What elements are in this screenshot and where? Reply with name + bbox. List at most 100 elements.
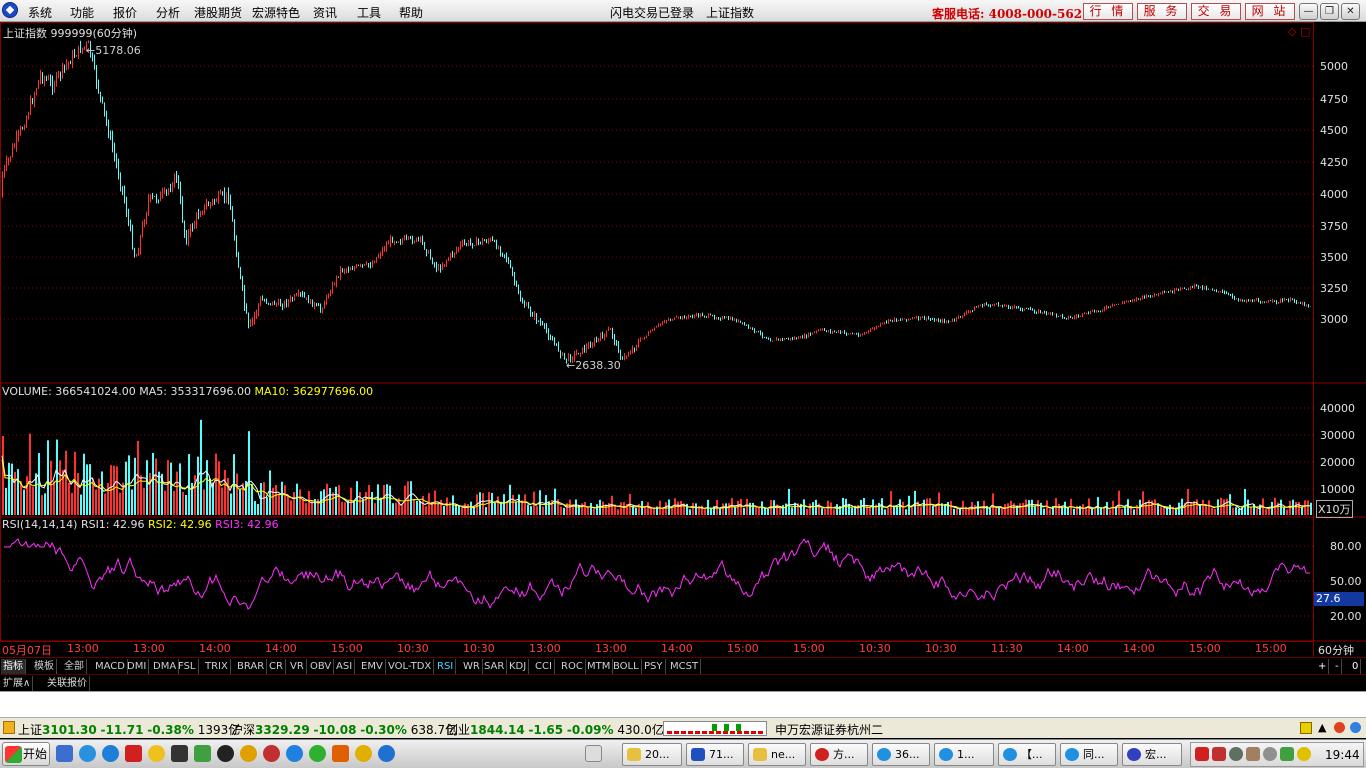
app-icon[interactable]	[125, 745, 142, 762]
chrome-icon[interactable]	[355, 745, 372, 762]
tab-sar[interactable]: SAR	[482, 659, 508, 674]
restore-icon[interactable]: ❐	[1320, 3, 1339, 20]
doc-icon[interactable]	[194, 745, 211, 762]
sh-index[interactable]: 上证3101.30 -11.71 -0.38% 1393亿	[18, 721, 240, 738]
price-axis-label: 3250	[1320, 282, 1348, 295]
tray-app-icon[interactable]	[1212, 747, 1226, 761]
tab-mtm[interactable]: MTM	[585, 659, 614, 674]
tab-mcst[interactable]: MCST	[668, 659, 702, 674]
volume-bar	[410, 481, 412, 515]
volume-bar	[671, 507, 673, 515]
volume-bar	[284, 485, 286, 515]
minimize-icon[interactable]: —	[1299, 3, 1318, 20]
menu-system[interactable]: 系统	[28, 4, 52, 21]
tab-roc[interactable]: ROC	[559, 659, 586, 674]
browser-icon[interactable]	[240, 745, 257, 762]
smiley-icon[interactable]	[148, 745, 165, 762]
kline-chart[interactable]	[0, 22, 1366, 657]
volume-bar	[815, 499, 817, 515]
menu-quote[interactable]: 报价	[113, 4, 137, 21]
notice-icon[interactable]	[1300, 722, 1312, 734]
tab-brar[interactable]: BRAR	[235, 659, 268, 674]
tab-wr[interactable]: WR	[461, 659, 483, 674]
menu-tools[interactable]: 工具	[357, 4, 381, 21]
status-info-icon[interactable]	[3, 721, 15, 734]
menu-news[interactable]: 资讯	[313, 4, 337, 21]
tab-obv[interactable]: OBV	[308, 659, 335, 674]
tab-related-quotes[interactable]: 关联报价	[45, 676, 90, 691]
cy-index[interactable]: 创业1844.14 -1.65 -0.09% 430.0亿	[446, 721, 664, 738]
flag-icon[interactable]	[263, 745, 280, 762]
tab-boll[interactable]: BOLL	[611, 659, 642, 674]
tab-fsl[interactable]: FSL	[176, 659, 199, 674]
desktop-icon[interactable]	[56, 745, 73, 762]
tab-trix[interactable]: TRIX	[203, 659, 231, 674]
menu-help[interactable]: 帮助	[399, 4, 423, 21]
hs-index[interactable]: 沪深3329.29 -10.08 -0.30% 638.7亿	[231, 721, 457, 738]
tray-chrome-icon[interactable]	[1297, 747, 1311, 761]
tray-flag-icon[interactable]	[1195, 747, 1209, 761]
keyboard-icon[interactable]	[585, 745, 602, 762]
volume-bar	[119, 492, 121, 515]
ie4-icon[interactable]	[378, 745, 395, 762]
tab-cci[interactable]: CCI	[533, 659, 555, 674]
tab-kdj[interactable]: KDJ	[507, 659, 530, 674]
tray-security-icon[interactable]	[1263, 747, 1277, 761]
volume-bar	[989, 508, 991, 515]
tool-icon[interactable]	[332, 745, 349, 762]
ie-task-icon	[1065, 748, 1079, 761]
chart-settings-icon[interactable]: ◇ □	[1288, 25, 1310, 38]
tab-emv[interactable]: EMV	[359, 659, 386, 674]
volume-bar	[230, 493, 232, 515]
volume-bar	[944, 505, 946, 515]
menu-hongyuan[interactable]: 宏源特色	[252, 4, 300, 21]
volume-bar	[296, 483, 298, 515]
remove-panel-button[interactable]: -	[1333, 659, 1342, 674]
360-icon[interactable]	[309, 745, 326, 762]
trade-button[interactable]: 交 易	[1191, 3, 1241, 20]
market-button[interactable]: 行 情	[1083, 3, 1133, 20]
period-label[interactable]: 60分钟	[1318, 642, 1354, 658]
ie3-icon[interactable]	[286, 745, 303, 762]
tab-indicator[interactable]: 指标	[1, 659, 26, 674]
tab-psy[interactable]: PSY	[642, 659, 666, 674]
volume-bar	[419, 500, 421, 515]
website-button[interactable]: 网 站	[1245, 3, 1295, 20]
menu-function[interactable]: 功能	[70, 4, 94, 21]
ie-icon[interactable]	[79, 745, 96, 762]
ie2-icon[interactable]	[102, 745, 119, 762]
tray-volume-icon[interactable]	[1246, 747, 1260, 761]
tab-all[interactable]: 全部	[62, 659, 87, 674]
qq-icon[interactable]	[217, 745, 234, 762]
volume-bar	[998, 507, 1000, 515]
system-tray: 19:44	[1190, 742, 1364, 767]
tab-dma[interactable]: DMA	[151, 659, 180, 674]
menu-analysis[interactable]: 分析	[156, 4, 180, 21]
tab-asi[interactable]: ASI	[334, 659, 356, 674]
volume-bar	[740, 498, 742, 515]
tab-template[interactable]: 模板	[32, 659, 57, 674]
market-strength-meter	[663, 721, 767, 736]
volume-bar	[719, 508, 721, 515]
add-panel-button[interactable]: +	[1316, 659, 1330, 674]
tray-network-icon[interactable]	[1229, 747, 1243, 761]
volume-bar	[1232, 507, 1234, 515]
tray-update-icon[interactable]	[1280, 747, 1294, 761]
tab-cr[interactable]: CR	[267, 659, 286, 674]
tab-dmi[interactable]: DMI	[125, 659, 150, 674]
volume-bar	[179, 463, 181, 515]
tab-vr[interactable]: VR	[288, 659, 307, 674]
hs-percent: -0.30%	[360, 723, 407, 737]
tab-rsi[interactable]: RSI	[435, 659, 457, 674]
volume-bar	[170, 462, 172, 515]
volume-bar	[560, 506, 562, 515]
reset-panel-button[interactable]: 0	[1350, 659, 1362, 674]
close-icon[interactable]: ✕	[1341, 3, 1360, 20]
tab-extension[interactable]: 扩展∧	[1, 676, 34, 691]
service-button[interactable]: 服 务	[1137, 3, 1187, 20]
menu-hk-futures[interactable]: 港股期货	[194, 4, 242, 21]
media-icon[interactable]	[171, 745, 188, 762]
tab-macd[interactable]: MACD	[93, 659, 128, 674]
tab-vol-tdx[interactable]: VOL-TDX	[386, 659, 435, 674]
time-axis-label: 14:00	[199, 642, 231, 655]
